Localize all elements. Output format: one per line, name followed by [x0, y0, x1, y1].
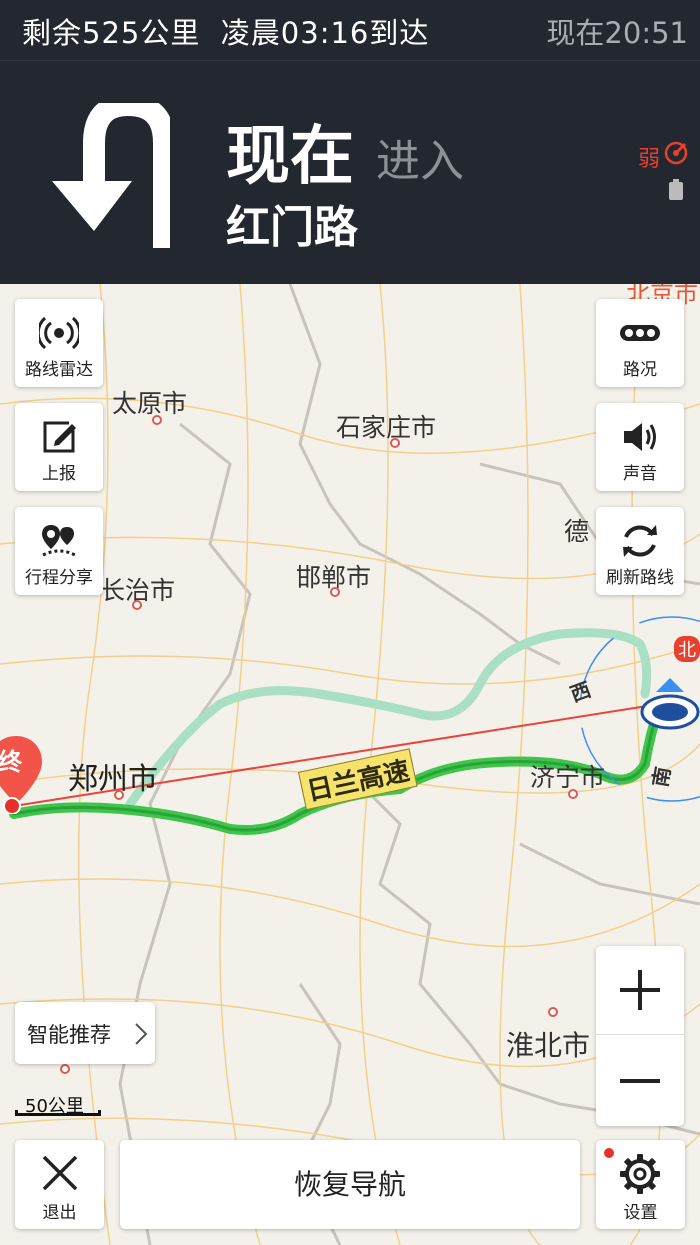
zoom-controls	[596, 946, 684, 1126]
gps-signal-label: 弱	[638, 147, 661, 172]
guidance-panel: 现在 进入 红门路 弱	[0, 60, 700, 284]
current-time: 现在20:51	[546, 16, 688, 50]
refresh-icon	[623, 525, 657, 557]
smart-recommend-label: 智能推荐	[27, 1023, 111, 1047]
city-dot	[132, 600, 142, 610]
city-label: 太原市	[112, 389, 188, 418]
report-label: 上报	[42, 464, 76, 484]
city-dot	[60, 1064, 70, 1074]
city-dot	[548, 1007, 558, 1017]
scale-bar	[15, 1110, 101, 1116]
city-label: 济宁市	[530, 763, 606, 792]
destination-marker-label: 终	[0, 748, 22, 776]
u-turn-icon	[52, 103, 170, 248]
settings-button[interactable]: 设置	[596, 1140, 685, 1229]
traffic-icon	[620, 325, 660, 341]
status-bar: 剩余525公里 凌晨03:16到达 现在20:51	[0, 0, 700, 60]
refresh-route-button[interactable]: 刷新路线	[596, 507, 684, 595]
battery-icon	[669, 179, 683, 200]
remaining-text: 剩余525公里	[22, 16, 201, 50]
settings-label: 设置	[623, 1203, 658, 1223]
city-label: 石家庄市	[336, 413, 437, 442]
sound-button[interactable]: 声音	[596, 403, 684, 491]
chevron-right-icon	[135, 1023, 148, 1045]
speaker-icon	[624, 423, 656, 451]
guidance-action: 进入	[376, 136, 464, 187]
zoom-out-button[interactable]	[596, 1036, 684, 1126]
smart-recommend-button[interactable]: 智能推荐	[15, 1002, 155, 1064]
route-radar-button[interactable]: 路线雷达	[15, 299, 103, 387]
city-dot	[152, 415, 162, 425]
radar-icon	[39, 316, 79, 350]
gear-icon	[620, 1154, 660, 1194]
city-dot	[114, 790, 124, 800]
zoom-in-button[interactable]	[596, 946, 684, 1035]
city-dot	[330, 587, 340, 597]
city-label: 淮北市	[506, 1029, 591, 1062]
remaining-distance: 剩余525公里 凌晨03:16到达	[22, 10, 429, 52]
compass-north: 北	[674, 636, 700, 662]
share-trip-button[interactable]: 行程分享	[15, 507, 103, 595]
share-trip-label: 行程分享	[25, 568, 93, 588]
map-view[interactable]: 太原市 石家庄市 长治市 邯郸市 郑州市 济宁市 淮北市 德 北京市 日兰高速 …	[0, 284, 700, 1245]
guidance-road-name: 红门路	[226, 202, 358, 253]
route-radar-label: 路线雷达	[25, 360, 93, 380]
plus-icon	[620, 970, 660, 1010]
report-button[interactable]: 上报	[15, 403, 103, 491]
minus-icon	[620, 1079, 660, 1083]
traffic-button[interactable]: 路况	[596, 299, 684, 387]
arrival-time: 凌晨03:16到达	[220, 16, 430, 50]
exit-button[interactable]: 退出	[15, 1140, 104, 1229]
traffic-label: 路况	[623, 360, 657, 380]
exit-label: 退出	[42, 1203, 77, 1223]
vehicle-marker-icon	[640, 678, 700, 730]
resume-navigation-button[interactable]: 恢复导航	[120, 1140, 580, 1229]
refresh-route-label: 刷新路线	[606, 568, 674, 588]
city-dot	[390, 438, 400, 448]
notification-dot	[604, 1148, 614, 1158]
destination-marker[interactable]: 终	[0, 734, 44, 815]
city-label: 郑州市	[68, 762, 158, 797]
map-scale: 50公里	[15, 1092, 101, 1118]
gps-signal-icon	[664, 141, 688, 165]
sound-label: 声音	[623, 464, 657, 484]
city-dot	[568, 789, 578, 799]
close-icon	[42, 1155, 78, 1191]
city-label: 德	[564, 517, 590, 546]
edit-report-icon	[43, 421, 76, 453]
guidance-timing: 现在	[226, 120, 354, 194]
share-route-icon	[42, 525, 76, 557]
